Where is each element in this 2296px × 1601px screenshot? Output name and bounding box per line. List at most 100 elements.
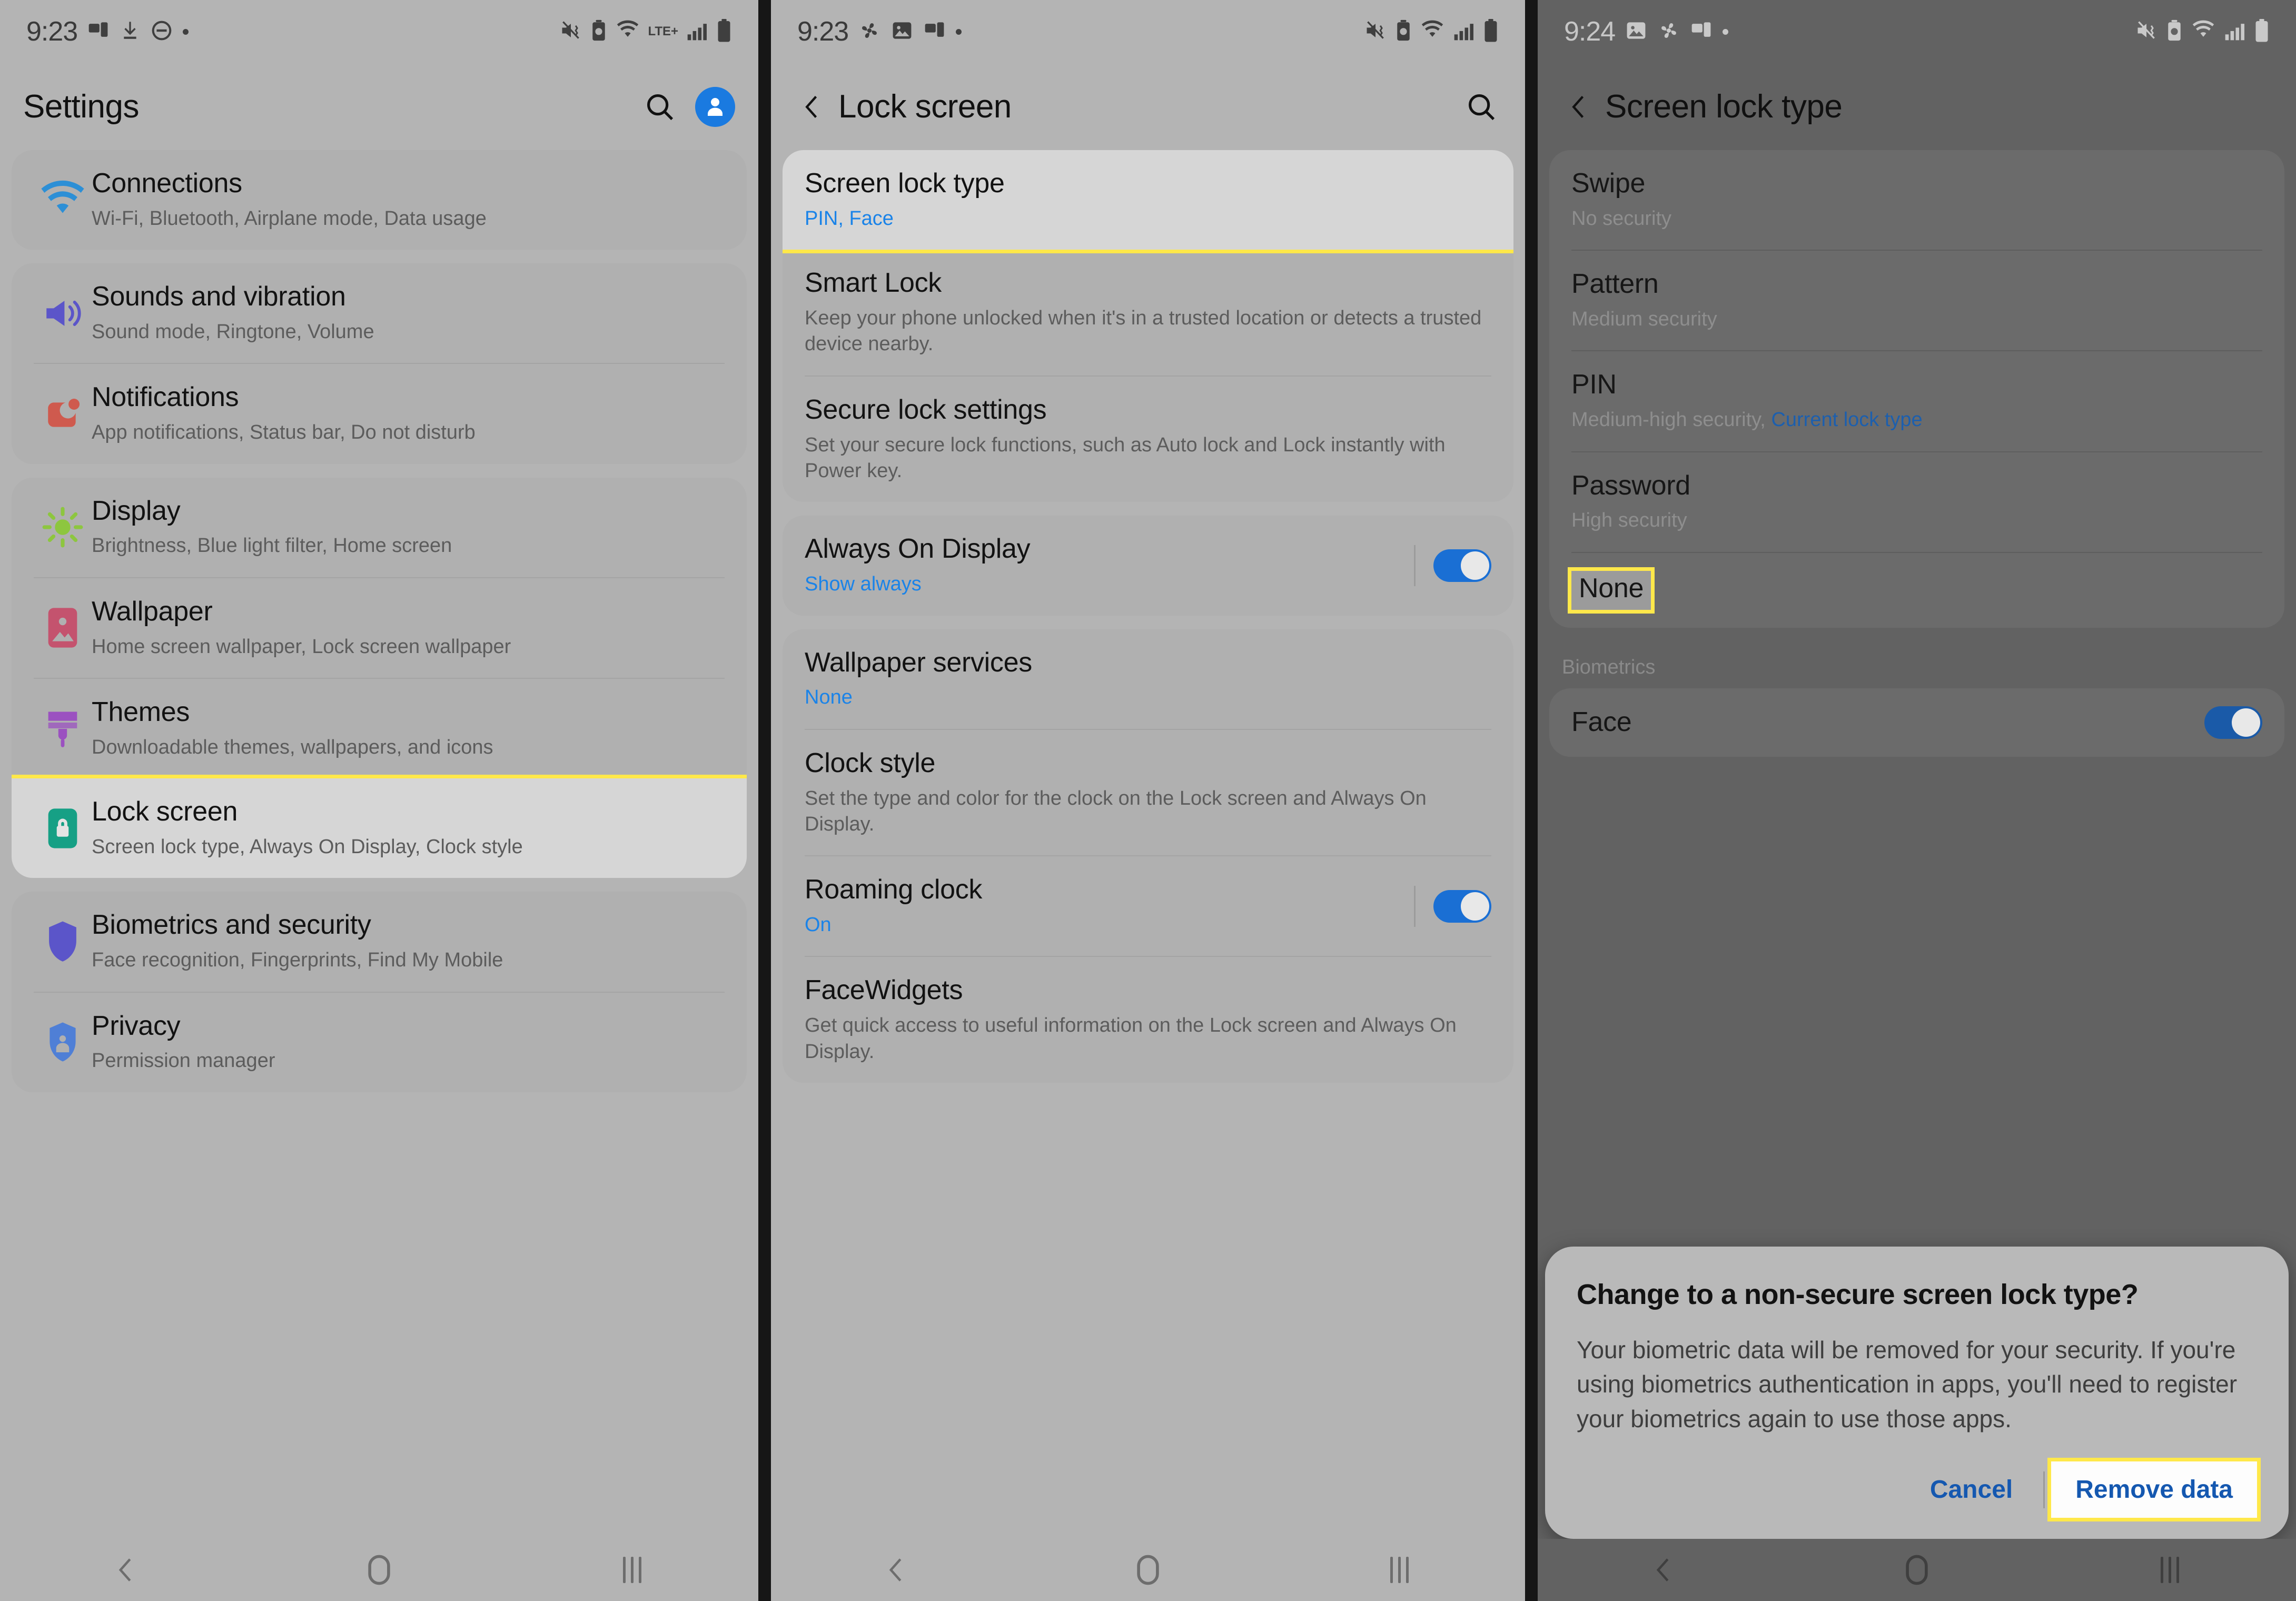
pin-security-text: Medium-high security, xyxy=(1571,409,1772,431)
toggle-knob xyxy=(1461,551,1489,580)
navigation-bar xyxy=(771,1539,1525,1601)
screen-mirror-icon xyxy=(1690,19,1713,45)
sidebar-item-label: Connections xyxy=(92,168,242,199)
list-item-label: Password xyxy=(1571,470,1690,501)
power-saving-icon xyxy=(2165,19,2183,45)
sidebar-item-label: Wallpaper xyxy=(92,596,213,627)
status-bar: 9:23 xyxy=(771,0,1525,63)
toggle-container xyxy=(1400,885,1491,927)
back-icon[interactable] xyxy=(1561,88,1598,125)
search-icon[interactable] xyxy=(639,86,680,127)
lock-screen-list[interactable]: Screen lock type PIN, Face Smart Lock Ke… xyxy=(771,150,1525,1601)
list-item-wallpaper-services[interactable]: Wallpaper services None xyxy=(783,629,1513,729)
screen-mirror-icon xyxy=(923,19,946,45)
image-icon xyxy=(890,19,914,45)
list-item-label: Swipe xyxy=(1571,168,1646,199)
home-icon[interactable] xyxy=(1880,1546,1954,1594)
account-avatar[interactable] xyxy=(695,86,735,127)
back-icon[interactable] xyxy=(90,1546,163,1594)
status-bar-right xyxy=(2135,18,2270,45)
status-bar-clock: 9:23 xyxy=(797,16,849,47)
list-item-pin[interactable]: PIN Medium-high security, Current lock t… xyxy=(1549,351,2284,451)
search-icon[interactable] xyxy=(1461,86,1502,127)
screen-mirror-icon xyxy=(87,19,110,45)
signal-icon xyxy=(2223,19,2246,45)
fan-icon xyxy=(858,19,881,45)
list-item-password[interactable]: Password High security xyxy=(1549,452,2284,552)
home-icon[interactable] xyxy=(342,1546,416,1594)
list-item-sublabel: None xyxy=(805,686,853,709)
settings-group-security: Biometrics and security Face recognition… xyxy=(12,892,747,1092)
sidebar-item-wallpaper[interactable]: Wallpaper Home screen wallpaper, Lock sc… xyxy=(12,578,747,678)
sidebar-item-sublabel: Screen lock type, Always On Display, Clo… xyxy=(92,835,523,858)
settings-list[interactable]: Connections Wi-Fi, Bluetooth, Airplane m… xyxy=(0,150,758,1601)
power-saving-icon xyxy=(590,19,608,45)
back-icon[interactable] xyxy=(1627,1546,1701,1594)
toggle-knob xyxy=(1461,892,1489,921)
toggle-separator xyxy=(1414,545,1416,586)
recents-icon[interactable] xyxy=(1362,1546,1436,1594)
sidebar-item-label: Biometrics and security xyxy=(92,910,371,941)
cancel-button[interactable]: Cancel xyxy=(1906,1461,2037,1518)
sidebar-item-notifications[interactable]: Notifications App notifications, Status … xyxy=(12,364,747,463)
recents-icon[interactable] xyxy=(2133,1546,2206,1594)
sidebar-item-privacy[interactable]: Privacy Permission manager xyxy=(12,993,747,1092)
three-panel-screenshot: 9:23 LTE+ Settings Connections Wi-Fi, Bl… xyxy=(0,0,2296,1601)
dot-indicator xyxy=(183,28,189,35)
sidebar-item-label: Privacy xyxy=(92,1010,181,1041)
list-item-roaming-clock[interactable]: Roaming clock On xyxy=(783,856,1513,956)
list-item-sublabel: No security xyxy=(1571,207,1672,230)
list-item-label: FaceWidgets xyxy=(805,975,963,1006)
sidebar-item-label: Display xyxy=(92,495,181,526)
list-item-pattern[interactable]: Pattern Medium security xyxy=(1549,251,2284,350)
mute-vibrate-icon xyxy=(2135,19,2158,45)
back-icon[interactable] xyxy=(794,88,831,125)
wifi-icon xyxy=(2191,19,2216,45)
list-item-smart-lock[interactable]: Smart Lock Keep your phone unlocked when… xyxy=(783,250,1513,375)
sidebar-item-display[interactable]: Display Brightness, Blue light filter, H… xyxy=(12,478,747,577)
toggle-container xyxy=(1400,545,1491,586)
sidebar-item-label: Sounds and vibration xyxy=(92,281,346,312)
battery-icon xyxy=(716,18,732,45)
list-item-sublabel: Keep your phone unlocked when it's in a … xyxy=(805,307,1482,355)
list-item-facewidgets[interactable]: FaceWidgets Get quick access to useful i… xyxy=(783,957,1513,1083)
button-separator xyxy=(2043,1471,2045,1508)
panel-divider xyxy=(758,0,771,1601)
face-toggle[interactable] xyxy=(2204,706,2262,739)
list-item-swipe[interactable]: Swipe No security xyxy=(1549,150,2284,250)
battery-icon xyxy=(1483,18,1499,45)
always-on-display-toggle[interactable] xyxy=(1433,549,1491,582)
toggle-container xyxy=(2191,706,2262,739)
sidebar-item-sublabel: Brightness, Blue light filter, Home scre… xyxy=(92,535,452,557)
wallpaper-icon xyxy=(34,606,92,649)
recents-icon[interactable] xyxy=(595,1546,669,1594)
remove-data-button[interactable]: Remove data xyxy=(2047,1458,2261,1521)
mute-vibrate-icon xyxy=(1364,19,1387,45)
list-item-clock-style[interactable]: Clock style Set the type and color for t… xyxy=(783,730,1513,856)
list-item-always-on-display[interactable]: Always On Display Show always xyxy=(783,516,1513,615)
list-item-label: Roaming clock xyxy=(805,874,983,905)
sidebar-item-connections[interactable]: Connections Wi-Fi, Bluetooth, Airplane m… xyxy=(12,150,747,250)
list-item-secure-lock-settings[interactable]: Secure lock settings Set your secure loc… xyxy=(783,377,1513,502)
sidebar-item-themes[interactable]: Themes Downloadable themes, wallpapers, … xyxy=(12,679,747,778)
list-item-label: PIN xyxy=(1571,369,1617,400)
status-bar-left: 9:23 xyxy=(26,16,189,47)
sidebar-item-lock-screen[interactable]: Lock screen Screen lock type, Always On … xyxy=(12,775,747,878)
roaming-clock-toggle[interactable] xyxy=(1433,890,1491,923)
sidebar-item-sublabel: Face recognition, Fingerprints, Find My … xyxy=(92,949,503,972)
sidebar-item-biometrics-and-security[interactable]: Biometrics and security Face recognition… xyxy=(12,892,747,991)
back-icon[interactable] xyxy=(860,1546,934,1594)
lte-plus-icon: LTE+ xyxy=(648,24,678,38)
list-item-face[interactable]: Face xyxy=(1549,688,2284,757)
home-icon[interactable] xyxy=(1111,1546,1185,1594)
list-item-none[interactable]: None xyxy=(1549,553,2284,628)
current-lock-type-link[interactable]: Current lock type xyxy=(1771,409,1922,431)
list-item-label: Screen lock type xyxy=(805,168,1005,199)
sidebar-item-sublabel: Wi-Fi, Bluetooth, Airplane mode, Data us… xyxy=(92,207,487,230)
dialog-body: Your biometric data will be removed for … xyxy=(1577,1336,2238,1432)
dot-indicator xyxy=(956,28,962,35)
sidebar-item-sounds-and-vibration[interactable]: Sounds and vibration Sound mode, Rington… xyxy=(12,263,747,363)
list-item-screen-lock-type[interactable]: Screen lock type PIN, Face xyxy=(783,150,1513,254)
navigation-bar xyxy=(1538,1539,2296,1601)
status-bar: 9:24 xyxy=(1538,0,2296,63)
